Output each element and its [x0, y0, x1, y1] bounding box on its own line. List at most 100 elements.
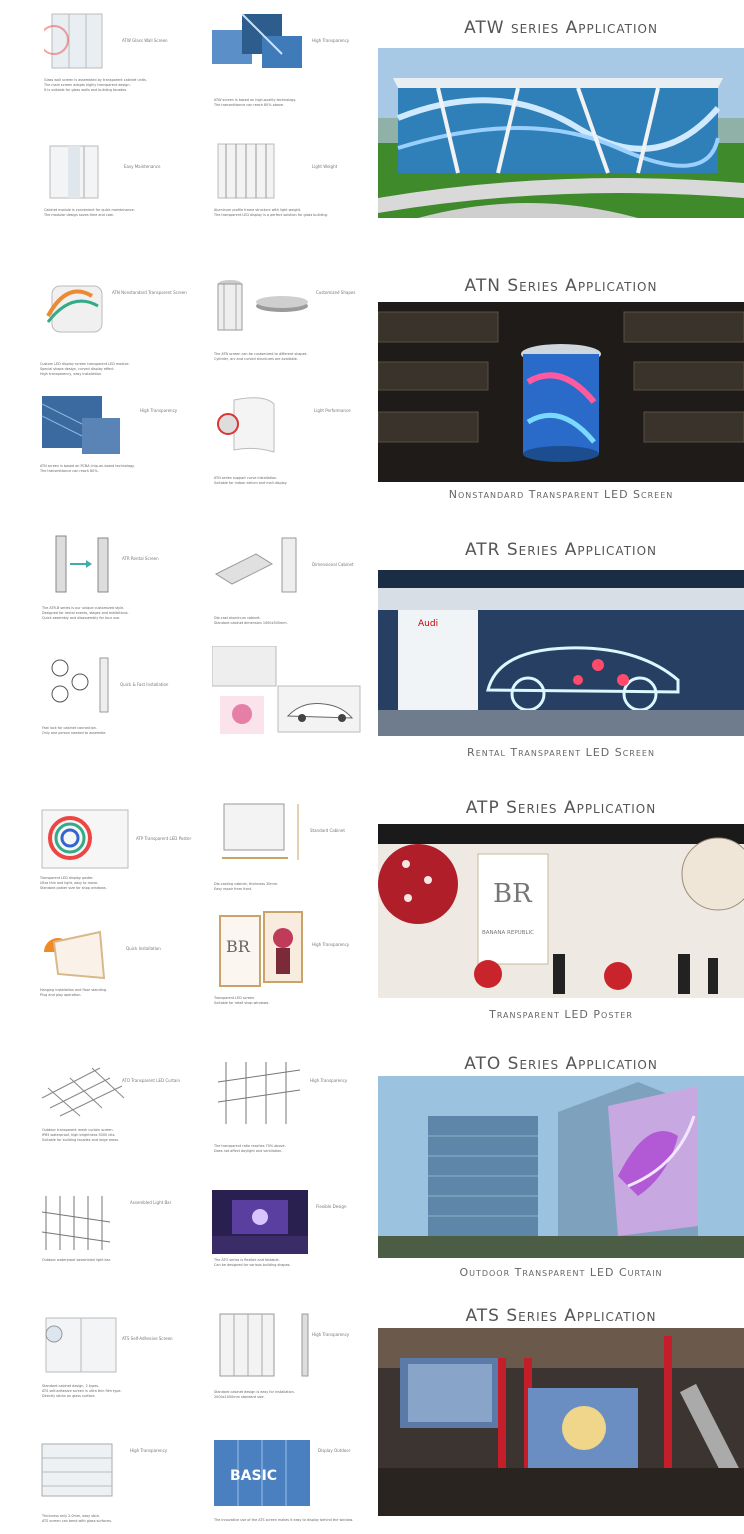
feature-thumbnail [40, 1438, 130, 1500]
feature-thumbnail [212, 10, 302, 72]
feature-tag: High Transparency [312, 38, 350, 43]
ats-photo [378, 1328, 744, 1516]
feature-tag: Customized Shapes [316, 290, 356, 295]
ato-photo [378, 1076, 744, 1258]
feature-cell: Customized Shapes The ATN screen can be … [212, 276, 372, 386]
feature-desc: ATN series support curve installation. Su… [214, 476, 288, 485]
feature-cell: High Transparency The transparent ratio … [212, 1058, 372, 1178]
feature-thumbnail [214, 394, 278, 456]
ats-mall-image [378, 1328, 744, 1516]
feature-desc: Glass wall screen is assembled by transp… [44, 78, 147, 92]
feature-thumbnail [42, 276, 106, 338]
feature-thumbnail [46, 654, 110, 716]
atn-atrium-image [378, 302, 744, 482]
feature-desc: The ATN screen can be customized to diff… [214, 352, 308, 361]
atw-photo [378, 48, 744, 218]
feature-thumbnail [41, 394, 120, 456]
section-title: ATW series Application [464, 18, 658, 38]
feature-thumbnail [211, 645, 362, 734]
section-caption: Rental Transparent LED Screen [467, 746, 655, 759]
feature-tag: ATP Transparent LED Poster [136, 836, 192, 841]
svg-text:BR: BR [493, 879, 533, 909]
atp-photo: BR BANANA REPUBLIC [378, 824, 744, 998]
feature-cell: Standard Cabinet Die-casting cabinet, th… [212, 800, 372, 910]
atp-shop-window-image: BR BANANA REPUBLIC [378, 824, 744, 998]
feature-desc: ATW screen is based on high-quality tech… [214, 98, 297, 107]
feature-cell: Light Performance ATN series support cur… [212, 394, 372, 504]
feature-thumbnail [218, 800, 308, 862]
feature-tag: High Transparency [140, 408, 178, 413]
feature-desc: The transparent ratio reaches 70% above.… [214, 1144, 286, 1153]
feature-tag: High Transparency [312, 1332, 350, 1337]
section-caption: Outdoor Transparent LED Curtain [459, 1266, 663, 1279]
feature-cell: BR High Transparency Transparent LED scr… [212, 910, 372, 1020]
feature-cell: Quick & Fast Installation Fast lock for … [40, 654, 200, 764]
feature-tag: Flexible Design [316, 1204, 347, 1209]
feature-tag: Light Performance [314, 408, 351, 413]
section-title: ATR Series Application [464, 540, 658, 560]
feature-tag: ATW Glass Wall Screen [122, 38, 168, 43]
feature-desc: The ATR-B series is our unique customize… [42, 606, 129, 620]
feature-thumbnail: BR [216, 910, 306, 987]
feature-thumbnail [39, 10, 108, 72]
feature-tag: High Transparency [310, 1078, 348, 1083]
feature-desc: Outdoor waterproof assembled light bar. [42, 1258, 111, 1262]
feature-cell: High Transparency Thickness only 2.0mm, … [40, 1438, 200, 1534]
feature-thumbnail [40, 808, 130, 870]
section-atw: ATW series Application ATW Glass Wall Sc… [0, 0, 744, 250]
svg-text:BR: BR [226, 937, 251, 956]
feature-desc: Custom LED display screen transparent LE… [40, 362, 130, 376]
feature-tag: High Transparency [130, 1448, 168, 1453]
section-caption: Nonstandard Transparent LED Screen [448, 488, 674, 501]
feature-cell: ATO Transparent LED Curtain Outdoor tran… [40, 1058, 200, 1178]
feature-tag: Dimensional Cabinet [312, 562, 354, 567]
feature-desc: The innovative use of the ATS screen mak… [214, 1518, 354, 1522]
ats-banner-text: BASIC [230, 1468, 277, 1484]
section-title: ATN Series Application [464, 276, 658, 296]
feature-cell [211, 645, 372, 756]
feature-desc: Outdoor transparent mesh curtain screen.… [42, 1128, 120, 1142]
feature-desc: Thickness only 2.0mm, easy stick. ATS scr… [42, 1514, 112, 1523]
section-ato: ATO Series Application Outdoor Transpare… [0, 1044, 744, 1290]
feature-thumbnail [212, 534, 297, 596]
section-caption: Transparent LED Poster [489, 1008, 633, 1021]
feature-cell: ATN Nonstandard Transparent Screen Custo… [40, 276, 200, 386]
feature-cell: Dimensional Cabinet Die-cast aluminum ca… [212, 534, 372, 644]
section-atp: ATP Series Application BR BANANA REPUBLI… [0, 786, 744, 1036]
feature-thumbnail [212, 1190, 308, 1254]
feature-tag: ATO Transparent LED Curtain [122, 1078, 180, 1083]
feature-cell: ATS Self-Adhesive Screen Standard cabine… [40, 1314, 200, 1424]
atr-car-stage-image: Audi [378, 570, 744, 736]
feature-cell: ATP Transparent LED Poster Transparent L… [40, 808, 200, 918]
feature-desc: Die-casting cabinet, thickness 30mm. Easy… [214, 882, 279, 891]
feature-thumbnail [40, 1314, 130, 1376]
feature-desc: Fast lock for cabinet connection. Only on… [42, 726, 107, 735]
atp-brand-text: BANANA REPUBLIC [482, 930, 534, 936]
feature-desc: The ATO series is flexible and foldable.… [214, 1258, 291, 1267]
atr-photo: Audi [378, 570, 744, 736]
feature-desc: Cabinet module is convenient for quick m… [44, 208, 135, 217]
feature-cell: High Transparency ATN screen is based on… [40, 394, 200, 504]
feature-tag: ATR Rental Screen [122, 556, 159, 561]
feature-tag: Light Weight [312, 164, 338, 169]
feature-tag: Quick & Fast Installation [120, 682, 169, 687]
feature-cell: High Transparency ATW screen is based on… [212, 10, 372, 120]
feature-cell: ATR Rental Screen The ATR-B series is ou… [40, 534, 200, 644]
atn-photo [378, 302, 744, 482]
feature-thumbnail [216, 1058, 306, 1124]
feature-tag: Display Outdoor [318, 1448, 351, 1453]
ato-building-image [378, 1076, 744, 1258]
feature-cell: High Transparency Standard cabinet desig… [212, 1310, 372, 1420]
feature-tag: ATN Nonstandard Transparent Screen [112, 290, 187, 295]
feature-tag: Quick Installation [126, 946, 161, 951]
section-title: ATO Series Application [464, 1054, 658, 1074]
feature-thumbnail [212, 276, 308, 338]
feature-thumbnail [40, 1192, 130, 1254]
feature-desc: Standard cabinet design is easy for inst… [214, 1390, 295, 1399]
feature-tag: Standard Cabinet [310, 828, 345, 833]
feature-thumbnail: BASIC [212, 1438, 312, 1506]
feature-tag: ATS Self-Adhesive Screen [122, 1336, 173, 1341]
feature-tag: High Transparency [312, 942, 350, 947]
section-ats: ATS Series Application ATS Self-Adhesive… [0, 1296, 744, 1534]
feature-desc: Aluminum profile frame structure with li… [214, 208, 328, 217]
